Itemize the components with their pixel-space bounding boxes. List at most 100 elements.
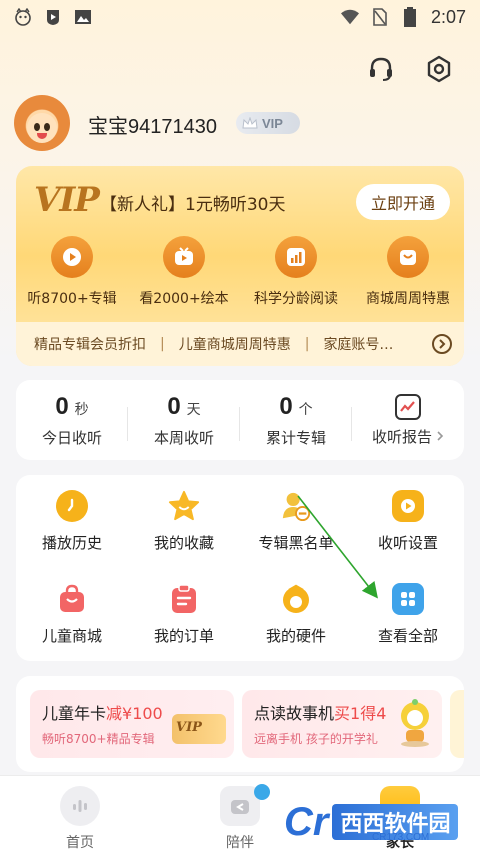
stat-unit: 天 (186, 401, 201, 418)
banner-title: 点读故事机 (254, 704, 335, 723)
banner-highlight: 买1得4 (334, 704, 387, 723)
banner-highlight: 减¥100 (106, 704, 163, 723)
marquee-item: 家庭账号… (323, 337, 394, 353)
crown-icon (242, 117, 258, 129)
banner-title: 儿童年卡 (42, 704, 107, 723)
promo-banners: 儿童年卡减¥100 畅听8700+精品专辑 VIP 点读故事机买1得4 远离手机… (16, 676, 464, 772)
function-listen-settings[interactable]: 收听设置 (352, 475, 464, 568)
settings-icon[interactable] (424, 54, 454, 84)
vip-status-badge[interactable]: VIP (236, 112, 300, 134)
status-bar: 2:07 (0, 0, 480, 34)
app-notification-icon (14, 8, 32, 26)
notification-badge (254, 784, 270, 800)
perk-label: 科学分龄阅读 (254, 291, 338, 307)
banner-art-label: VIP (176, 720, 202, 735)
function-label: 我的订单 (153, 627, 214, 645)
perk-picture-books[interactable]: 看2000+绘本 (128, 236, 240, 308)
image-icon (74, 8, 92, 26)
home-icon (60, 786, 100, 826)
function-label: 我的硬件 (265, 627, 326, 645)
perk-shop[interactable]: 商城周周特惠 (352, 236, 464, 308)
nav-label: 陪伴 (226, 835, 254, 851)
chevron-right-icon[interactable] (432, 334, 452, 354)
stat-albums: 0个 累计专辑 (240, 393, 352, 448)
banner-story-machine[interactable]: 点读故事机买1得4 远离手机 孩子的开学礼 (242, 690, 442, 758)
shop-icon (387, 236, 429, 278)
watermark-sub: CR173.COM (372, 832, 430, 843)
chevron-right-icon (437, 431, 444, 441)
watermark-logo: Cr 西西软件园 CR173.COM (284, 800, 470, 844)
story-machine-illustration (401, 699, 429, 747)
listening-stats: 0秒 今日收听 0天 本周收听 0个 累计专辑 收听报告 (16, 380, 464, 460)
stat-value: 0 (167, 392, 181, 420)
hardware-icon (280, 583, 312, 615)
perk-label: 商城周周特惠 (366, 291, 450, 307)
star-icon (168, 490, 200, 522)
listening-report-button[interactable]: 收听报告 (352, 393, 464, 447)
stat-today: 0秒 今日收听 (16, 393, 128, 448)
function-label: 儿童商城 (41, 627, 102, 645)
marquee-item: 儿童商城周周特惠 (178, 337, 291, 353)
function-label: 查看全部 (377, 627, 438, 645)
stat-unit: 秒 (74, 401, 89, 418)
headset-icon[interactable] (366, 54, 396, 84)
vip-promo-text: 【新人礼】1元畅听30天 (100, 195, 286, 215)
avatar[interactable] (14, 95, 70, 151)
function-label: 收听设置 (377, 534, 438, 552)
function-label: 专辑黑名单 (258, 534, 334, 552)
open-vip-button[interactable]: 立即开通 (356, 184, 450, 220)
stat-value: 0 (279, 392, 293, 420)
banner-partial[interactable] (450, 690, 464, 758)
stat-week: 0天 本周收听 (128, 393, 240, 448)
watermark-c-mark: Cr (284, 800, 329, 844)
order-icon (168, 583, 200, 615)
function-view-all[interactable]: 查看全部 (352, 568, 464, 661)
stat-unit: 个 (298, 401, 313, 418)
function-label: 我的收藏 (153, 534, 214, 552)
vip-badge-label: VIP (262, 115, 283, 131)
banner-annual-card[interactable]: 儿童年卡减¥100 畅听8700+精品专辑 VIP (30, 690, 234, 758)
stat-label: 今日收听 (41, 428, 102, 447)
stat-label: 累计专辑 (265, 428, 326, 447)
function-kids-mall[interactable]: 儿童商城 (16, 568, 128, 661)
perk-reading[interactable]: 科学分龄阅读 (240, 236, 352, 308)
function-play-history[interactable]: 播放历史 (16, 475, 128, 568)
play-store-icon (44, 8, 62, 26)
marquee-item: 精品专辑会员折扣 (34, 337, 146, 353)
function-favorites[interactable]: 我的收藏 (128, 475, 240, 568)
vip-logo: VIP (34, 180, 100, 220)
vip-card-illustration: VIP (172, 714, 226, 744)
nav-label: 首页 (66, 835, 94, 851)
avatar-eye-left (34, 123, 40, 131)
vip-benefits-marquee[interactable]: 精品专辑会员折扣 | 儿童商城周周特惠 | 家庭账号… (16, 322, 464, 366)
shopping-bag-icon (56, 583, 88, 615)
function-grid: 播放历史 我的收藏 专辑黑名单 收听设置 儿童商城 我的订单 我的硬件 查看全部 (16, 475, 464, 661)
perk-albums[interactable]: 听8700+专辑 (16, 236, 128, 308)
perk-label: 听8700+专辑 (27, 291, 117, 307)
no-sim-icon (371, 8, 389, 26)
marquee-separator: | (160, 336, 165, 352)
vip-perks: 听8700+专辑 看2000+绘本 科学分龄阅读 商城周周特惠 (16, 236, 464, 308)
tv-icon (163, 236, 205, 278)
stat-label: 本周收听 (153, 428, 214, 447)
function-my-hardware[interactable]: 我的硬件 (240, 568, 352, 661)
battery-icon (401, 7, 419, 27)
nav-home[interactable]: 首页 (0, 776, 160, 853)
report-label: 收听报告 (371, 427, 432, 446)
play-icon (51, 236, 93, 278)
listen-settings-icon (392, 490, 424, 522)
function-album-blacklist[interactable]: 专辑黑名单 (240, 475, 352, 568)
blacklist-icon (280, 490, 312, 522)
username[interactable]: 宝宝94171430 (88, 110, 217, 139)
avatar-eye-right (44, 123, 50, 131)
vip-card[interactable]: VIP 【新人礼】1元畅听30天 立即开通 听8700+专辑 看2000+绘本 … (16, 166, 464, 366)
wifi-icon (340, 8, 359, 26)
history-icon (56, 490, 88, 522)
report-icon (395, 393, 421, 420)
status-time: 2:07 (430, 6, 466, 27)
marquee-separator: | (304, 336, 310, 352)
function-my-orders[interactable]: 我的订单 (128, 568, 240, 661)
stat-value: 0 (55, 392, 69, 420)
all-grid-icon (392, 583, 424, 615)
function-label: 播放历史 (41, 534, 102, 552)
